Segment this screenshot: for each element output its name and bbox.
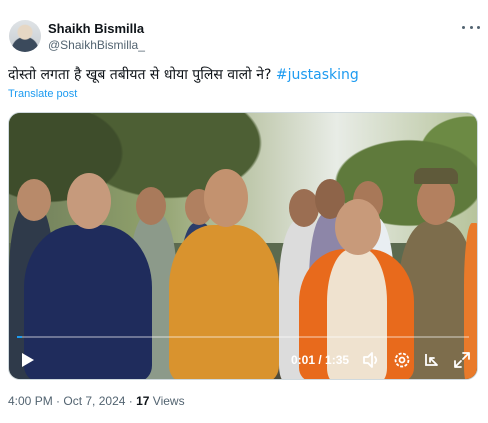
video-controls: 0:01 / 1:35 — [9, 345, 477, 375]
author-display-name[interactable]: Shaikh Bismilla — [48, 21, 144, 36]
video-progress-bar[interactable] — [17, 336, 469, 338]
picture-in-picture-icon[interactable] — [422, 350, 442, 370]
hashtag-link[interactable]: #justasking — [276, 67, 359, 83]
video-frame — [9, 113, 477, 379]
views-count: 17 — [136, 394, 150, 408]
tweet-card: Shaikh Bismilla @ShaikhBismilla_ दोस्तो … — [0, 0, 488, 423]
video-time: 0:01 / 1:35 — [291, 353, 350, 367]
post-time[interactable]: 4:00 PM — [8, 394, 53, 408]
tweet-meta: 4:00 PM · Oct 7, 2024 · 17 Views — [8, 394, 185, 408]
fullscreen-icon[interactable] — [452, 350, 472, 370]
translate-post-link[interactable]: Translate post — [8, 88, 77, 100]
tweet-text: दोस्तो लगता है खूब तबीयत से धोया पुलिस व… — [8, 65, 359, 84]
meta-separator: · — [52, 394, 64, 408]
video-progress-fill — [17, 336, 22, 338]
volume-icon[interactable] — [361, 350, 381, 370]
video-player[interactable]: 0:01 / 1:35 — [8, 112, 478, 380]
more-horizontal-icon[interactable] — [462, 20, 480, 34]
play-icon[interactable] — [21, 352, 35, 368]
post-date[interactable]: Oct 7, 2024 — [63, 394, 125, 408]
meta-separator-2: · — [125, 394, 137, 408]
views-label: Views — [149, 394, 185, 408]
tweet-body: दोस्तो लगता है खूब तबीयत से धोया पुलिस व… — [8, 67, 276, 83]
gear-icon[interactable] — [392, 350, 412, 370]
author-handle[interactable]: @ShaikhBismilla_ — [48, 38, 145, 52]
avatar[interactable] — [9, 20, 41, 52]
